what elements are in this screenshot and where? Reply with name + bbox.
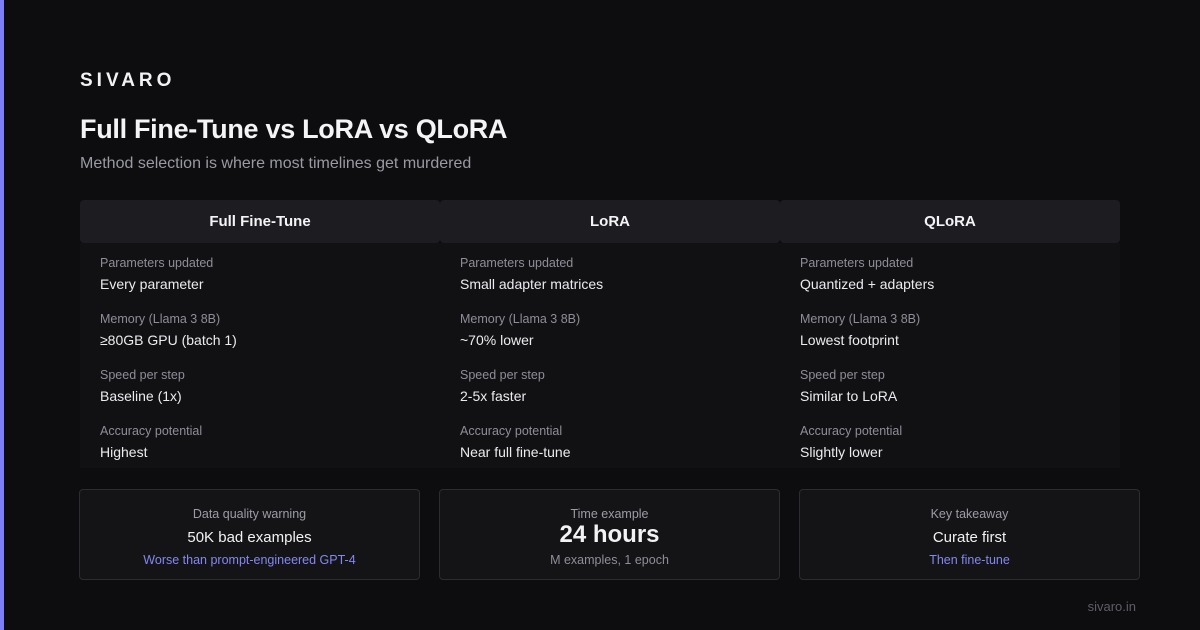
footer-url: sivaro.in — [1087, 599, 1136, 614]
cell-label: Memory (Llama 3 8B) — [100, 312, 221, 326]
column-qlora: QLoRA Parameters updated Quantized + ada… — [780, 200, 1120, 468]
table-cell: Speed per step Similar to LoRA — [780, 367, 1120, 423]
cell-value: 2-5x faster — [460, 388, 527, 404]
cell-label: Memory (Llama 3 8B) — [800, 312, 921, 326]
table-cell: Parameters updated Small adapter matrice… — [440, 255, 780, 311]
card-value: Curate first — [932, 529, 1007, 546]
accent-bar — [0, 0, 4, 630]
comparison-table: Full Fine-Tune Parameters updated Every … — [80, 200, 1120, 468]
cell-label: Memory (Llama 3 8B) — [460, 312, 581, 326]
cell-label: Parameters updated — [800, 256, 914, 270]
column-header: LoRA — [440, 200, 780, 243]
cell-label: Parameters updated — [460, 256, 574, 270]
column-body: Parameters updated Every parameter Memor… — [80, 243, 440, 468]
cell-label: Parameters updated — [100, 256, 214, 270]
card-note: M examples, 1 epoch — [550, 553, 669, 567]
cell-value: Slightly lower — [800, 444, 883, 460]
table-cell: Accuracy potential Highest — [80, 423, 440, 479]
column-header: Full Fine-Tune — [80, 200, 440, 243]
cell-value: Every parameter — [100, 276, 204, 292]
cell-value: Small adapter matrices — [460, 276, 604, 292]
cell-label: Accuracy potential — [460, 424, 563, 438]
cell-label: Accuracy potential — [100, 424, 203, 438]
card-note: Worse than prompt-engineered GPT-4 — [143, 553, 356, 567]
table-cell: Memory (Llama 3 8B) ~70% lower — [440, 311, 780, 367]
page-title: Full Fine-Tune vs LoRA vs QLoRA — [80, 114, 508, 144]
table-cell: Parameters updated Every parameter — [80, 255, 440, 311]
cell-value: ~70% lower — [460, 332, 534, 348]
cell-value: Lowest footprint — [800, 332, 899, 348]
column-header: QLoRA — [780, 200, 1120, 243]
page-subtitle: Method selection is where most timelines… — [80, 155, 472, 172]
cell-label: Speed per step — [800, 368, 885, 382]
table-cell: Memory (Llama 3 8B) Lowest footprint — [780, 311, 1120, 367]
table-cell: Speed per step Baseline (1x) — [80, 367, 440, 423]
card-label: Data quality warning — [192, 507, 307, 521]
cell-label: Accuracy potential — [800, 424, 903, 438]
data-quality-card: Data quality warning 50K bad examples Wo… — [79, 489, 420, 580]
table-cell: Parameters updated Quantized + adapters — [780, 255, 1120, 311]
column-body: Parameters updated Small adapter matrice… — [440, 243, 780, 468]
table-cell: Speed per step 2-5x faster — [440, 367, 780, 423]
table-cell: Accuracy potential Slightly lower — [780, 423, 1120, 479]
cell-value: Quantized + adapters — [800, 276, 935, 292]
card-value: 50K bad examples — [187, 529, 312, 546]
cell-label: Speed per step — [460, 368, 545, 382]
cell-value: ≥80GB GPU (batch 1) — [100, 332, 237, 348]
column-body: Parameters updated Quantized + adapters … — [780, 243, 1120, 468]
table-cell: Memory (Llama 3 8B) ≥80GB GPU (batch 1) — [80, 311, 440, 367]
cell-label: Speed per step — [100, 368, 185, 382]
cell-value: Baseline (1x) — [100, 388, 182, 404]
card-value: 24 hours — [559, 521, 660, 548]
cell-value: Highest — [100, 444, 148, 460]
slide: SIVARO Full Fine-Tune vs LoRA vs QLoRA M… — [0, 0, 1200, 630]
card-label: Key takeaway — [930, 507, 1009, 521]
brand-logo: SIVARO — [80, 70, 176, 91]
cell-value: Similar to LoRA — [800, 388, 898, 404]
card-note: Then fine-tune — [929, 553, 1010, 567]
cell-value: Near full fine-tune — [460, 444, 571, 460]
time-example-card: Time example 24 hours M examples, 1 epoc… — [439, 489, 780, 580]
column-full-fine-tune: Full Fine-Tune Parameters updated Every … — [80, 200, 440, 468]
card-label: Time example — [570, 507, 649, 521]
column-lora: LoRA Parameters updated Small adapter ma… — [440, 200, 780, 468]
table-cell: Accuracy potential Near full fine-tune — [440, 423, 780, 479]
key-takeaway-card: Key takeaway Curate first Then fine-tune — [799, 489, 1140, 580]
